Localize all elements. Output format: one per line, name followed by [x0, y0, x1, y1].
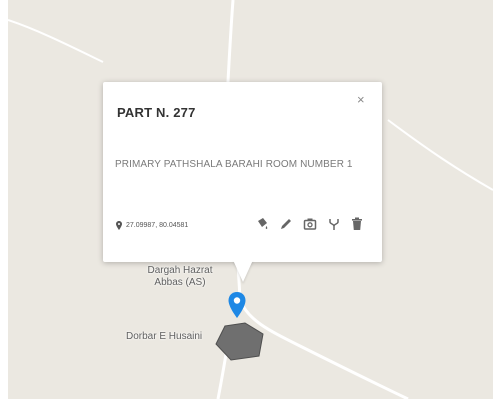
popup-title: PART N. 277 [117, 105, 196, 120]
merge-icon[interactable] [327, 217, 341, 231]
popup-description: PRIMARY PATHSHALA BARAHI ROOM NUMBER 1 [115, 159, 353, 170]
trash-icon[interactable] [351, 217, 363, 231]
popup-actions [255, 217, 363, 231]
close-button[interactable]: × [357, 93, 365, 107]
place-label-dargah-text: Dargah Hazrat Abbas (AS) [147, 265, 213, 288]
place-label-dargah: Dargah Hazrat Abbas (AS) [143, 265, 217, 289]
coordinates-text: 27.09987, 80.04581 [126, 222, 189, 229]
camera-icon[interactable] [303, 217, 317, 231]
place-label-dorbar-text: Dorbar E Husaini [126, 331, 203, 342]
info-popup: PART N. 277 × PRIMARY PATHSHALA BARAHI R… [103, 82, 382, 282]
coordinates-row: 27.09987, 80.04581 [116, 221, 188, 230]
plot-polygon[interactable] [213, 320, 268, 365]
pencil-icon[interactable] [279, 217, 293, 231]
popup-tail [233, 260, 253, 282]
location-marker-icon[interactable] [227, 291, 247, 321]
location-pin-icon [116, 221, 122, 230]
place-label-dorbar: Dorbar E Husaini [126, 331, 202, 343]
map-canvas[interactable]: Dargah Hazrat Abbas (AS) Dorbar E Husain… [8, 0, 493, 399]
fill-icon[interactable] [255, 217, 269, 231]
